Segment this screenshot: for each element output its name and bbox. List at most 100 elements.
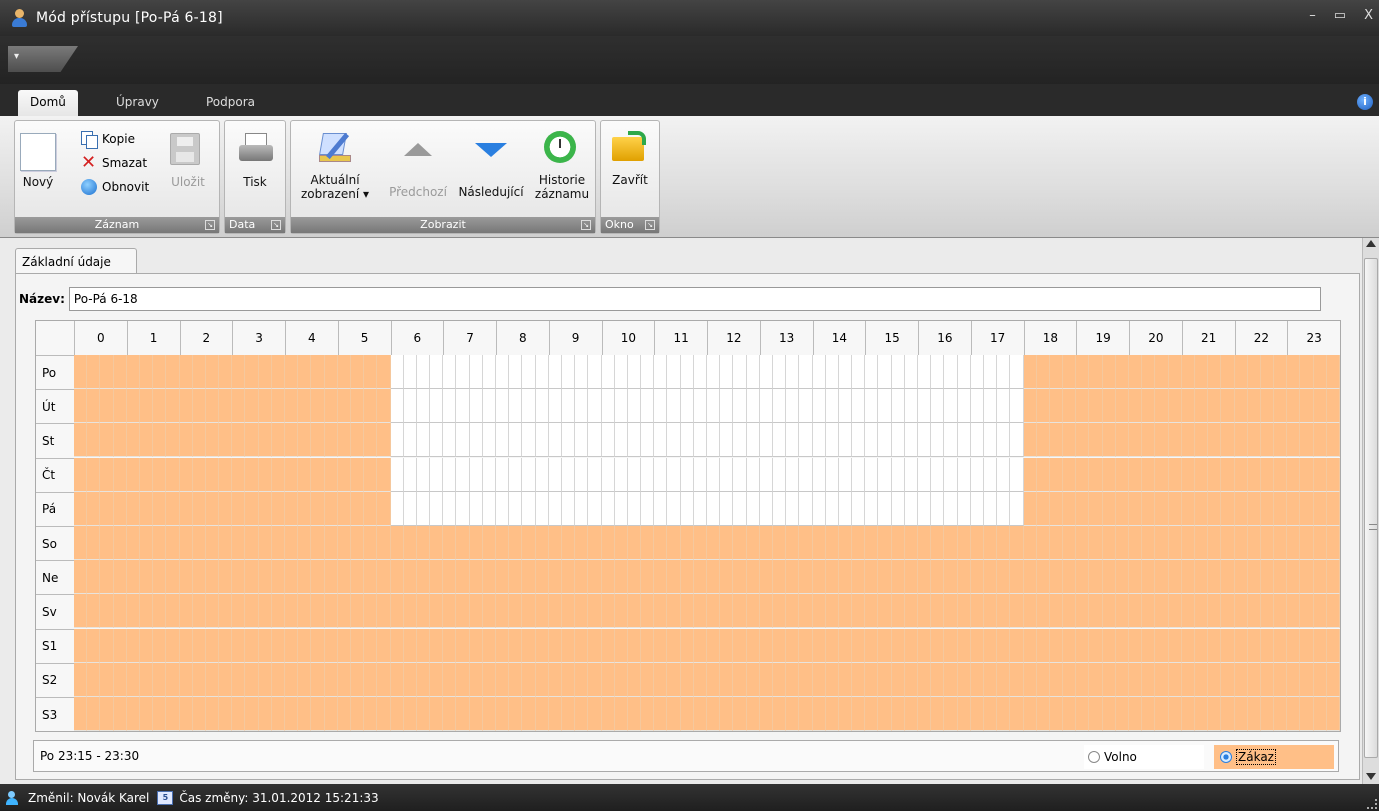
time-slot[interactable] — [1274, 355, 1288, 389]
time-slot[interactable] — [904, 662, 918, 697]
time-slot[interactable] — [1247, 628, 1261, 663]
time-slot[interactable] — [245, 662, 259, 697]
time-slot[interactable] — [1313, 423, 1327, 458]
time-slot[interactable] — [416, 628, 431, 663]
time-slot[interactable] — [904, 526, 918, 560]
time-slot[interactable] — [693, 355, 707, 389]
time-slot[interactable] — [997, 560, 1011, 595]
time-slot[interactable] — [957, 491, 971, 526]
time-slot[interactable] — [1208, 423, 1222, 458]
time-slot[interactable] — [1300, 697, 1314, 731]
time-slot[interactable] — [997, 697, 1011, 731]
time-slot[interactable] — [205, 697, 220, 731]
time-slot[interactable] — [561, 389, 576, 424]
time-slot[interactable] — [812, 491, 826, 526]
time-slot[interactable] — [324, 697, 338, 731]
time-slot[interactable] — [1326, 389, 1340, 424]
time-slot[interactable] — [1168, 355, 1182, 389]
time-slot[interactable] — [153, 457, 167, 492]
time-slot[interactable] — [759, 594, 773, 629]
time-slot[interactable] — [799, 526, 813, 560]
time-slot[interactable] — [944, 662, 958, 697]
time-slot[interactable] — [614, 697, 628, 731]
time-slot[interactable] — [1234, 423, 1248, 458]
time-slot[interactable] — [469, 594, 483, 629]
time-slot[interactable] — [707, 560, 721, 595]
time-slot[interactable] — [416, 457, 431, 492]
time-slot[interactable] — [772, 457, 787, 492]
time-slot[interactable] — [918, 662, 932, 697]
time-slot[interactable] — [1274, 423, 1288, 458]
time-slot[interactable] — [74, 526, 88, 560]
time-slot[interactable] — [838, 628, 853, 663]
time-slot[interactable] — [1194, 526, 1209, 560]
time-slot[interactable] — [1168, 423, 1182, 458]
time-slot[interactable] — [1247, 697, 1261, 731]
time-slot[interactable] — [1063, 560, 1077, 595]
time-slot[interactable] — [1142, 697, 1156, 731]
time-slot[interactable] — [153, 355, 167, 389]
time-slot[interactable] — [1115, 526, 1129, 560]
time-slot[interactable] — [364, 491, 378, 526]
time-slot[interactable] — [496, 628, 510, 663]
time-slot[interactable] — [693, 526, 707, 560]
time-slot[interactable] — [1155, 491, 1169, 526]
time-slot[interactable] — [680, 423, 694, 458]
time-slot[interactable] — [430, 491, 444, 526]
time-slot[interactable] — [456, 423, 470, 458]
time-slot[interactable] — [772, 491, 787, 526]
time-slot[interactable] — [548, 560, 562, 595]
time-slot[interactable] — [364, 662, 378, 697]
time-slot[interactable] — [258, 389, 272, 424]
time-slot[interactable] — [298, 594, 312, 629]
time-slot[interactable] — [74, 560, 88, 595]
time-slot[interactable] — [1063, 491, 1077, 526]
time-slot[interactable] — [707, 628, 721, 663]
schedule-cells[interactable] — [74, 355, 1340, 731]
time-slot[interactable] — [654, 491, 668, 526]
time-slot[interactable] — [1181, 389, 1195, 424]
time-slot[interactable] — [693, 389, 707, 424]
time-slot[interactable] — [588, 560, 602, 595]
time-slot[interactable] — [548, 526, 562, 560]
time-slot[interactable] — [311, 662, 325, 697]
time-slot[interactable] — [350, 491, 365, 526]
time-slot[interactable] — [548, 423, 562, 458]
time-slot[interactable] — [825, 560, 839, 595]
time-slot[interactable] — [522, 491, 536, 526]
time-slot[interactable] — [970, 457, 984, 492]
time-slot[interactable] — [337, 389, 351, 424]
time-slot[interactable] — [192, 526, 206, 560]
time-slot[interactable] — [680, 560, 694, 595]
time-slot[interactable] — [918, 355, 932, 389]
hour-header-cell[interactable]: 9 — [548, 321, 602, 355]
time-slot[interactable] — [496, 389, 510, 424]
time-slot[interactable] — [1194, 697, 1209, 731]
time-slot[interactable] — [403, 594, 417, 629]
time-slot[interactable] — [1076, 423, 1090, 458]
time-slot[interactable] — [1076, 662, 1090, 697]
time-slot[interactable] — [403, 697, 417, 731]
time-slot[interactable] — [337, 697, 351, 731]
time-slot[interactable] — [970, 594, 984, 629]
time-slot[interactable] — [100, 594, 114, 629]
time-slot[interactable] — [469, 662, 483, 697]
time-slot[interactable] — [970, 526, 984, 560]
time-slot[interactable] — [271, 594, 285, 629]
time-slot[interactable] — [311, 491, 325, 526]
time-slot[interactable] — [891, 628, 905, 663]
time-slot[interactable] — [285, 526, 299, 560]
time-slot[interactable] — [1049, 457, 1064, 492]
time-slot[interactable] — [786, 594, 800, 629]
copy-button[interactable]: Kopie — [81, 131, 135, 149]
time-slot[interactable] — [1287, 457, 1301, 492]
time-slot[interactable] — [601, 526, 615, 560]
time-slot[interactable] — [153, 423, 167, 458]
time-slot[interactable] — [377, 389, 391, 424]
time-slot[interactable] — [680, 389, 694, 424]
time-slot[interactable] — [786, 423, 800, 458]
time-slot[interactable] — [1036, 697, 1050, 731]
time-slot[interactable] — [205, 662, 220, 697]
time-slot[interactable] — [957, 423, 971, 458]
time-slot[interactable] — [918, 628, 932, 663]
